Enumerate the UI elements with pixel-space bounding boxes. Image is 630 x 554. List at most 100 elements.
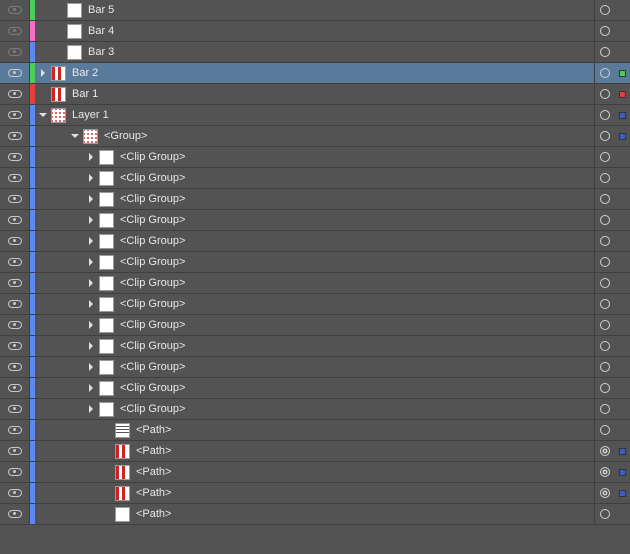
disclosure-down-icon[interactable] xyxy=(67,128,83,144)
disclosure-right-icon[interactable] xyxy=(83,275,99,291)
layer-label[interactable]: Bar 1 xyxy=(72,88,594,100)
visibility-toggle[interactable] xyxy=(0,147,30,167)
layer-thumbnail[interactable] xyxy=(99,297,114,312)
layer-label[interactable]: Bar 5 xyxy=(88,4,594,16)
target-button[interactable] xyxy=(594,21,614,41)
selection-swatch[interactable] xyxy=(614,504,630,524)
selection-swatch[interactable] xyxy=(614,168,630,188)
layer-row[interactable]: <Path> xyxy=(0,420,630,441)
layer-row[interactable]: <Clip Group> xyxy=(0,210,630,231)
layer-label[interactable]: <Clip Group> xyxy=(120,403,594,415)
layer-thumbnail[interactable] xyxy=(83,129,98,144)
layer-label[interactable]: <Group> xyxy=(104,130,594,142)
layer-label[interactable]: <Clip Group> xyxy=(120,382,594,394)
layer-label[interactable]: <Clip Group> xyxy=(120,256,594,268)
target-button[interactable] xyxy=(594,0,614,20)
visibility-toggle[interactable] xyxy=(0,420,30,440)
disclosure-right-icon[interactable] xyxy=(83,191,99,207)
layer-row[interactable]: Bar 1 xyxy=(0,84,630,105)
disclosure-right-icon[interactable] xyxy=(83,317,99,333)
visibility-toggle[interactable] xyxy=(0,462,30,482)
visibility-toggle[interactable] xyxy=(0,294,30,314)
selection-swatch[interactable] xyxy=(614,315,630,335)
selection-swatch[interactable] xyxy=(614,462,630,482)
layer-thumbnail[interactable] xyxy=(99,381,114,396)
layer-thumbnail[interactable] xyxy=(99,402,114,417)
disclosure-right-icon[interactable] xyxy=(83,149,99,165)
layer-thumbnail[interactable] xyxy=(99,339,114,354)
selection-swatch[interactable] xyxy=(614,441,630,461)
layer-label[interactable]: <Clip Group> xyxy=(120,193,594,205)
layer-label[interactable]: <Clip Group> xyxy=(120,235,594,247)
target-button[interactable] xyxy=(594,126,614,146)
disclosure-down-icon[interactable] xyxy=(35,107,51,123)
layer-thumbnail[interactable] xyxy=(51,87,66,102)
target-button[interactable] xyxy=(594,147,614,167)
target-button[interactable] xyxy=(594,189,614,209)
target-button[interactable] xyxy=(594,63,614,83)
visibility-toggle[interactable] xyxy=(0,273,30,293)
visibility-toggle[interactable] xyxy=(0,399,30,419)
target-button[interactable] xyxy=(594,504,614,524)
selection-swatch[interactable] xyxy=(614,399,630,419)
layer-label[interactable]: <Clip Group> xyxy=(120,361,594,373)
layer-label[interactable]: <Path> xyxy=(136,466,594,478)
layer-thumbnail[interactable] xyxy=(99,360,114,375)
target-button[interactable] xyxy=(594,420,614,440)
selection-swatch[interactable] xyxy=(614,273,630,293)
visibility-toggle[interactable] xyxy=(0,231,30,251)
layer-label[interactable]: <Path> xyxy=(136,424,594,436)
selection-swatch[interactable] xyxy=(614,147,630,167)
disclosure-right-icon[interactable] xyxy=(83,338,99,354)
target-button[interactable] xyxy=(594,315,614,335)
visibility-toggle[interactable] xyxy=(0,21,30,41)
layer-row[interactable]: <Clip Group> xyxy=(0,315,630,336)
disclosure-right-icon[interactable] xyxy=(35,65,51,81)
layer-row[interactable]: <Clip Group> xyxy=(0,189,630,210)
layer-thumbnail[interactable] xyxy=(115,423,130,438)
layer-thumbnail[interactable] xyxy=(99,213,114,228)
layer-row[interactable]: <Clip Group> xyxy=(0,168,630,189)
layer-row[interactable]: <Clip Group> xyxy=(0,273,630,294)
layer-label[interactable]: <Clip Group> xyxy=(120,214,594,226)
disclosure-right-icon[interactable] xyxy=(83,254,99,270)
target-button[interactable] xyxy=(594,84,614,104)
target-button[interactable] xyxy=(594,231,614,251)
target-button[interactable] xyxy=(594,441,614,461)
selection-swatch[interactable] xyxy=(614,336,630,356)
selection-swatch[interactable] xyxy=(614,231,630,251)
selection-swatch[interactable] xyxy=(614,294,630,314)
selection-swatch[interactable] xyxy=(614,483,630,503)
target-button[interactable] xyxy=(594,42,614,62)
layer-thumbnail[interactable] xyxy=(115,465,130,480)
layer-thumbnail[interactable] xyxy=(99,255,114,270)
selection-swatch[interactable] xyxy=(614,252,630,272)
layer-label[interactable]: Bar 2 xyxy=(72,67,594,79)
layer-row[interactable]: <Clip Group> xyxy=(0,399,630,420)
layer-label[interactable]: <Clip Group> xyxy=(120,319,594,331)
selection-swatch[interactable] xyxy=(614,210,630,230)
target-button[interactable] xyxy=(594,273,614,293)
visibility-toggle[interactable] xyxy=(0,252,30,272)
target-button[interactable] xyxy=(594,210,614,230)
layer-row[interactable]: Layer 1 xyxy=(0,105,630,126)
layer-row[interactable]: <Path> xyxy=(0,462,630,483)
layer-thumbnail[interactable] xyxy=(99,192,114,207)
selection-swatch[interactable] xyxy=(614,84,630,104)
layer-row[interactable]: Bar 5 xyxy=(0,0,630,21)
visibility-toggle[interactable] xyxy=(0,189,30,209)
target-button[interactable] xyxy=(594,294,614,314)
visibility-toggle[interactable] xyxy=(0,63,30,83)
layer-label[interactable]: <Clip Group> xyxy=(120,277,594,289)
visibility-toggle[interactable] xyxy=(0,126,30,146)
disclosure-right-icon[interactable] xyxy=(83,233,99,249)
visibility-toggle[interactable] xyxy=(0,210,30,230)
layer-row[interactable]: Bar 3 xyxy=(0,42,630,63)
target-button[interactable] xyxy=(594,462,614,482)
target-button[interactable] xyxy=(594,252,614,272)
layer-thumbnail[interactable] xyxy=(99,171,114,186)
visibility-toggle[interactable] xyxy=(0,336,30,356)
selection-swatch[interactable] xyxy=(614,0,630,20)
selection-swatch[interactable] xyxy=(614,420,630,440)
disclosure-right-icon[interactable] xyxy=(83,380,99,396)
